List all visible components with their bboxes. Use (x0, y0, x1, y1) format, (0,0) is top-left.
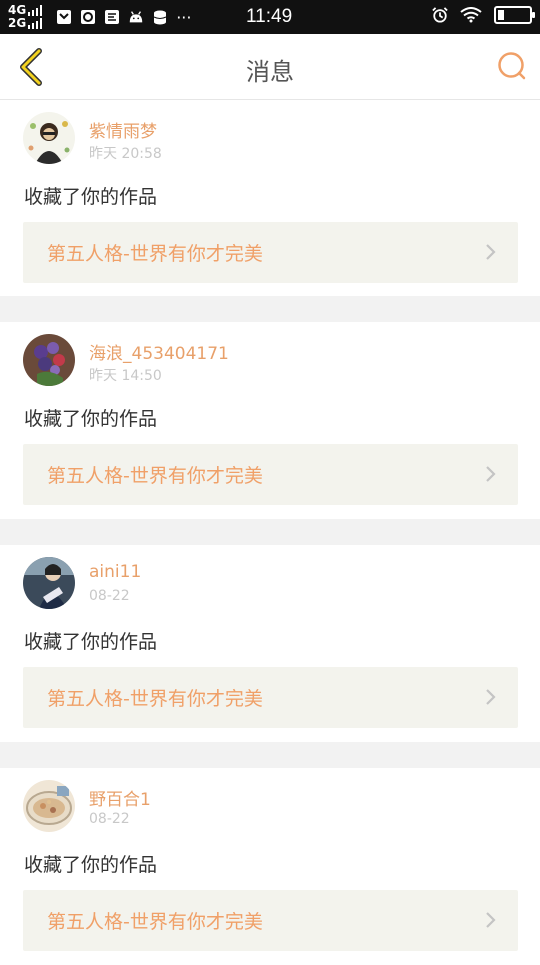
work-link[interactable]: 第五人格-世界有你才完美 (23, 890, 518, 951)
timestamp: 昨天 14:50 (89, 368, 162, 384)
network-indicator: 4G 2G (8, 4, 43, 30)
username[interactable]: 紫情雨梦 (89, 117, 157, 142)
work-link[interactable]: 第五人格-世界有你才完美 (23, 667, 518, 728)
username[interactable]: 野百合1 (89, 785, 151, 810)
clock: 11:49 (246, 6, 293, 27)
dictionary-notification-icon (104, 9, 120, 25)
work-title: 第五人格-世界有你才完美 (47, 911, 263, 933)
header-bar: 消息 (0, 34, 540, 100)
status-bar: 4G 2G ··· 11:49 (0, 0, 540, 34)
message-card: 紫情雨梦 昨天 20:58 收藏了你的作品 第五人格-世界有你才完美 (0, 100, 540, 296)
divider (0, 296, 540, 322)
storage-icon (152, 9, 168, 25)
battery-icon (494, 6, 535, 24)
username[interactable]: aini11 (89, 562, 141, 582)
signal-bars-icon (28, 18, 43, 29)
avatar[interactable] (23, 780, 75, 832)
username[interactable]: 海浪_453404171 (89, 339, 229, 364)
message-list: 紫情雨梦 昨天 20:58 收藏了你的作品 第五人格-世界有你才完美 海浪_45… (0, 100, 540, 965)
chevron-right-icon (486, 689, 496, 705)
work-link[interactable]: 第五人格-世界有你才完美 (23, 222, 518, 283)
timestamp: 08-22 (89, 811, 130, 827)
message-card: aini11 08-22 收藏了你的作品 第五人格-世界有你才完美 (0, 545, 540, 742)
divider (0, 742, 540, 768)
browser-notification-icon (80, 9, 96, 25)
chevron-right-icon (486, 466, 496, 482)
alarm-icon (432, 7, 448, 23)
android-icon (128, 9, 144, 25)
page-title: 消息 (246, 58, 294, 86)
action-text: 收藏了你的作品 (24, 631, 158, 653)
work-title: 第五人格-世界有你才完美 (47, 465, 263, 487)
timestamp: 昨天 20:58 (89, 146, 162, 162)
message-card: 海浪_453404171 昨天 14:50 收藏了你的作品 第五人格-世界有你才… (0, 322, 540, 519)
chevron-right-icon (486, 912, 496, 928)
avatar[interactable] (23, 557, 75, 609)
action-text: 收藏了你的作品 (24, 408, 158, 430)
divider (0, 519, 540, 545)
work-title: 第五人格-世界有你才完美 (47, 688, 263, 710)
chevron-right-icon (486, 244, 496, 260)
more-notifications-icon: ··· (176, 7, 192, 27)
work-title: 第五人格-世界有你才完美 (47, 243, 263, 265)
wifi-icon (460, 7, 482, 23)
work-link[interactable]: 第五人格-世界有你才完美 (23, 444, 518, 505)
avatar[interactable] (23, 112, 75, 164)
signal-bars-icon (28, 5, 43, 16)
network-2g-label: 2G (8, 16, 27, 30)
message-card: 野百合1 08-22 收藏了你的作品 第五人格-世界有你才完美 (0, 768, 540, 965)
action-text: 收藏了你的作品 (24, 186, 158, 208)
timestamp: 08-22 (89, 588, 130, 604)
action-text: 收藏了你的作品 (24, 854, 158, 876)
avatar[interactable] (23, 334, 75, 386)
search-button[interactable] (496, 50, 528, 82)
search-icon (498, 52, 526, 80)
message-notification-icon (56, 9, 72, 25)
